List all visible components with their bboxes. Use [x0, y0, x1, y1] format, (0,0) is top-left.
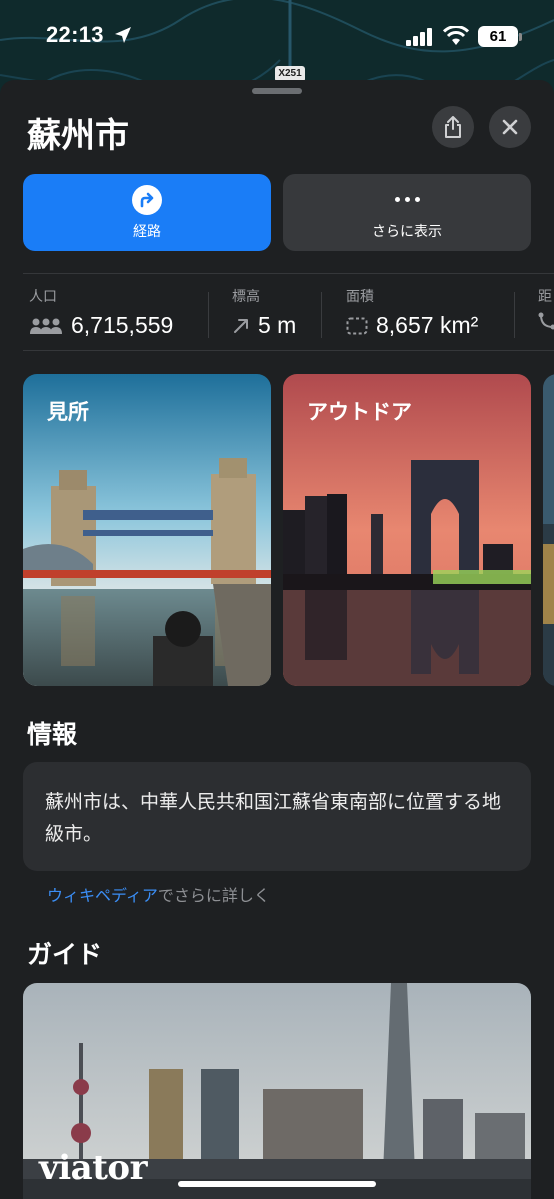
- status-time: 22:13: [46, 22, 104, 47]
- distance-icon: [538, 312, 554, 330]
- close-button[interactable]: [489, 106, 531, 148]
- stat-value: 6,715,559: [71, 312, 174, 338]
- more-button[interactable]: さらに表示: [283, 174, 531, 251]
- directions-icon: [132, 184, 162, 215]
- stat-separator: [514, 292, 515, 338]
- next-card-photo: [543, 374, 554, 686]
- status-bar: 22:13 61: [0, 0, 554, 74]
- battery-nub: [519, 33, 522, 41]
- viator-logo: viator: [39, 1148, 148, 1188]
- place-title: 蘇州市: [27, 116, 129, 156]
- people-icon: [29, 317, 63, 335]
- divider: [23, 350, 554, 351]
- wikipedia-suffix: でさらに詳しく: [157, 886, 270, 905]
- location-arrow-icon: [115, 27, 131, 43]
- stat-distance: 距: [538, 286, 554, 344]
- sights-caption: 見所: [47, 400, 89, 424]
- outdoor-caption: アウトドア: [307, 400, 412, 424]
- stat-separator: [321, 292, 322, 338]
- stat-elevation: 標高 5 m: [232, 289, 297, 338]
- wifi-icon: [443, 26, 469, 45]
- divider: [23, 273, 554, 274]
- share-icon: [445, 116, 461, 138]
- outdoor-card[interactable]: アウトドア: [283, 374, 531, 686]
- stat-value: 8,657 km²: [376, 312, 479, 338]
- guide-heading: ガイド: [27, 940, 103, 969]
- area-icon: [346, 317, 368, 335]
- close-icon: [502, 119, 518, 135]
- sights-card[interactable]: 見所: [23, 374, 271, 686]
- battery-indicator: 61: [478, 26, 518, 47]
- stat-separator: [208, 292, 209, 338]
- info-summary[interactable]: 蘇州市は、中華人民共和国江蘇省東南部に位置する地級市。: [23, 762, 531, 871]
- guide-card[interactable]: viator: [23, 983, 531, 1199]
- stats-row[interactable]: 人口 6,715,559 標高 5 m 面積 8,657 km² 距: [0, 286, 554, 344]
- share-button[interactable]: [432, 106, 474, 148]
- wikipedia-link[interactable]: ウィキペディア: [47, 886, 158, 905]
- place-sheet: 蘇州市 経路 さらに表示 人口 6,715,559 標高 5 m 面積 8,65…: [0, 80, 554, 1199]
- wikipedia-more[interactable]: ウィキペディアでさらに詳しく: [47, 882, 270, 906]
- more-label: さらに表示: [372, 223, 442, 240]
- more-icon: [394, 185, 420, 215]
- home-indicator[interactable]: [178, 1181, 376, 1187]
- info-heading: 情報: [27, 720, 78, 749]
- sheet-grabber[interactable]: [252, 88, 302, 94]
- directions-button[interactable]: 経路: [23, 174, 271, 251]
- stat-area: 面積 8,657 km²: [346, 289, 479, 338]
- stat-population: 人口 6,715,559: [29, 289, 174, 338]
- next-card[interactable]: [543, 374, 554, 686]
- elevation-arrow-icon: [232, 317, 250, 335]
- cellular-signal-icon: [406, 28, 432, 46]
- stat-value: 5 m: [258, 312, 297, 338]
- directions-label: 経路: [133, 223, 161, 240]
